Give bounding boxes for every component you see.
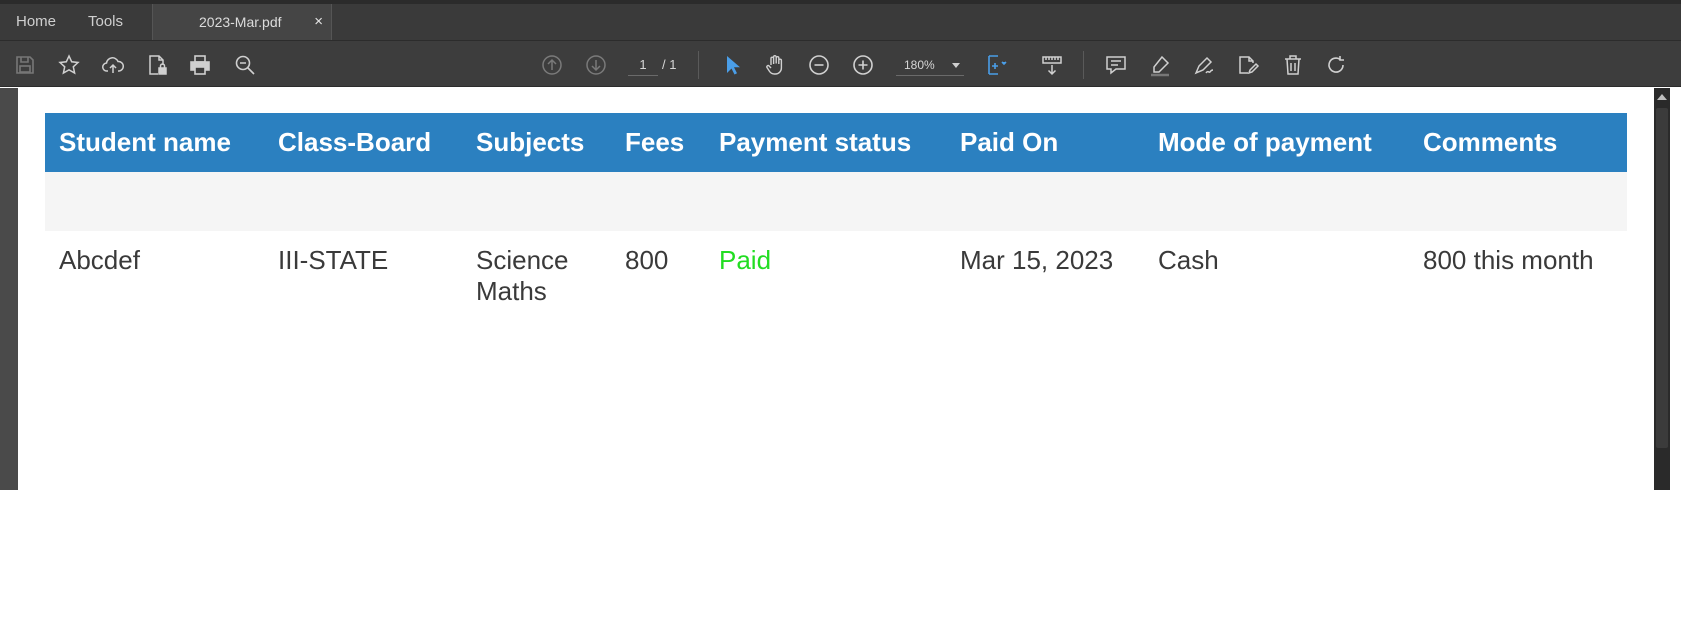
subject-line: Science bbox=[476, 245, 569, 275]
column-header: Fees bbox=[611, 113, 705, 172]
sign-icon[interactable] bbox=[1191, 52, 1217, 78]
column-header: Mode of payment bbox=[1144, 113, 1409, 172]
document-tab[interactable]: 2023-Mar.pdf × bbox=[152, 4, 332, 40]
column-header: Subjects bbox=[462, 113, 611, 172]
previous-page-icon[interactable] bbox=[539, 52, 565, 78]
home-tab[interactable]: Home bbox=[16, 4, 56, 40]
fees-table: Student name Class-Board Subjects Fees P… bbox=[45, 113, 1627, 351]
close-tab-icon[interactable]: × bbox=[314, 4, 323, 40]
paid-on-cell: Mar 15, 2023 bbox=[960, 245, 1114, 275]
cloud-upload-icon[interactable] bbox=[100, 52, 126, 78]
tab-bar: Home Tools 2023-Mar.pdf × bbox=[0, 0, 1681, 40]
scroll-mode-icon[interactable] bbox=[1039, 52, 1065, 78]
column-header: Payment status bbox=[705, 113, 946, 172]
class-board-cell: III-STATE bbox=[278, 245, 389, 275]
page-number-input[interactable]: 1 bbox=[628, 54, 658, 76]
delete-icon[interactable] bbox=[1280, 52, 1306, 78]
highlight-icon[interactable] bbox=[1147, 52, 1173, 78]
document-tab-title: 2023-Mar.pdf bbox=[199, 14, 282, 30]
comment-icon[interactable] bbox=[1103, 52, 1129, 78]
vertical-scrollbar[interactable] bbox=[1654, 88, 1670, 490]
save-icon[interactable] bbox=[12, 52, 38, 78]
empty-spacer-row bbox=[45, 172, 1627, 231]
empty-cell bbox=[45, 172, 1627, 231]
toolbar-divider bbox=[1083, 51, 1084, 79]
document-viewport[interactable]: Student name Class-Board Subjects Fees P… bbox=[0, 88, 1681, 490]
tools-tab[interactable]: Tools bbox=[88, 4, 123, 40]
toolbar-divider bbox=[698, 51, 699, 79]
chevron-down-icon bbox=[952, 63, 960, 68]
zoom-level-value: 180% bbox=[904, 58, 935, 72]
page-total-label: / 1 bbox=[662, 57, 677, 72]
rotate-icon[interactable] bbox=[1323, 52, 1349, 78]
blank-area bbox=[0, 490, 1681, 623]
pdf-page: Student name Class-Board Subjects Fees P… bbox=[18, 88, 1654, 490]
subjects-cell: Science Maths bbox=[462, 231, 611, 351]
column-header: Student name bbox=[45, 113, 264, 172]
column-header: Class-Board bbox=[264, 113, 462, 172]
window-edge bbox=[1670, 88, 1681, 490]
protect-file-icon[interactable] bbox=[144, 52, 170, 78]
fees-cell: 800 bbox=[625, 245, 669, 275]
payment-status-cell: Paid bbox=[719, 245, 772, 275]
edit-pdf-icon[interactable] bbox=[1235, 52, 1261, 78]
next-page-icon[interactable] bbox=[583, 52, 609, 78]
print-icon[interactable] bbox=[187, 52, 213, 78]
column-header: Paid On bbox=[946, 113, 1144, 172]
zoom-out-icon[interactable] bbox=[806, 52, 832, 78]
table-row: Abcdef III-STATE Science Maths 800 Paid … bbox=[45, 231, 1627, 351]
fit-page-icon[interactable] bbox=[983, 52, 1009, 78]
column-header: Comments bbox=[1409, 113, 1627, 172]
zoom-level-select[interactable]: 180% bbox=[896, 54, 964, 76]
mode-of-payment-cell: Cash bbox=[1158, 245, 1219, 275]
scrollbar-thumb[interactable] bbox=[1656, 108, 1668, 448]
table-header-row: Student name Class-Board Subjects Fees P… bbox=[45, 113, 1627, 172]
select-cursor-icon[interactable] bbox=[719, 52, 745, 78]
star-icon[interactable] bbox=[56, 52, 82, 78]
student-name-cell: Abcdef bbox=[59, 245, 140, 275]
zoom-in-icon[interactable] bbox=[850, 52, 876, 78]
scroll-up-arrow-icon[interactable] bbox=[1657, 94, 1667, 100]
comments-cell: 800 this month bbox=[1423, 245, 1594, 275]
subject-line: Maths bbox=[476, 276, 547, 306]
zoom-search-icon[interactable] bbox=[232, 52, 258, 78]
hand-icon[interactable] bbox=[762, 52, 788, 78]
toolbar: 1 / 1 180% bbox=[0, 40, 1681, 87]
